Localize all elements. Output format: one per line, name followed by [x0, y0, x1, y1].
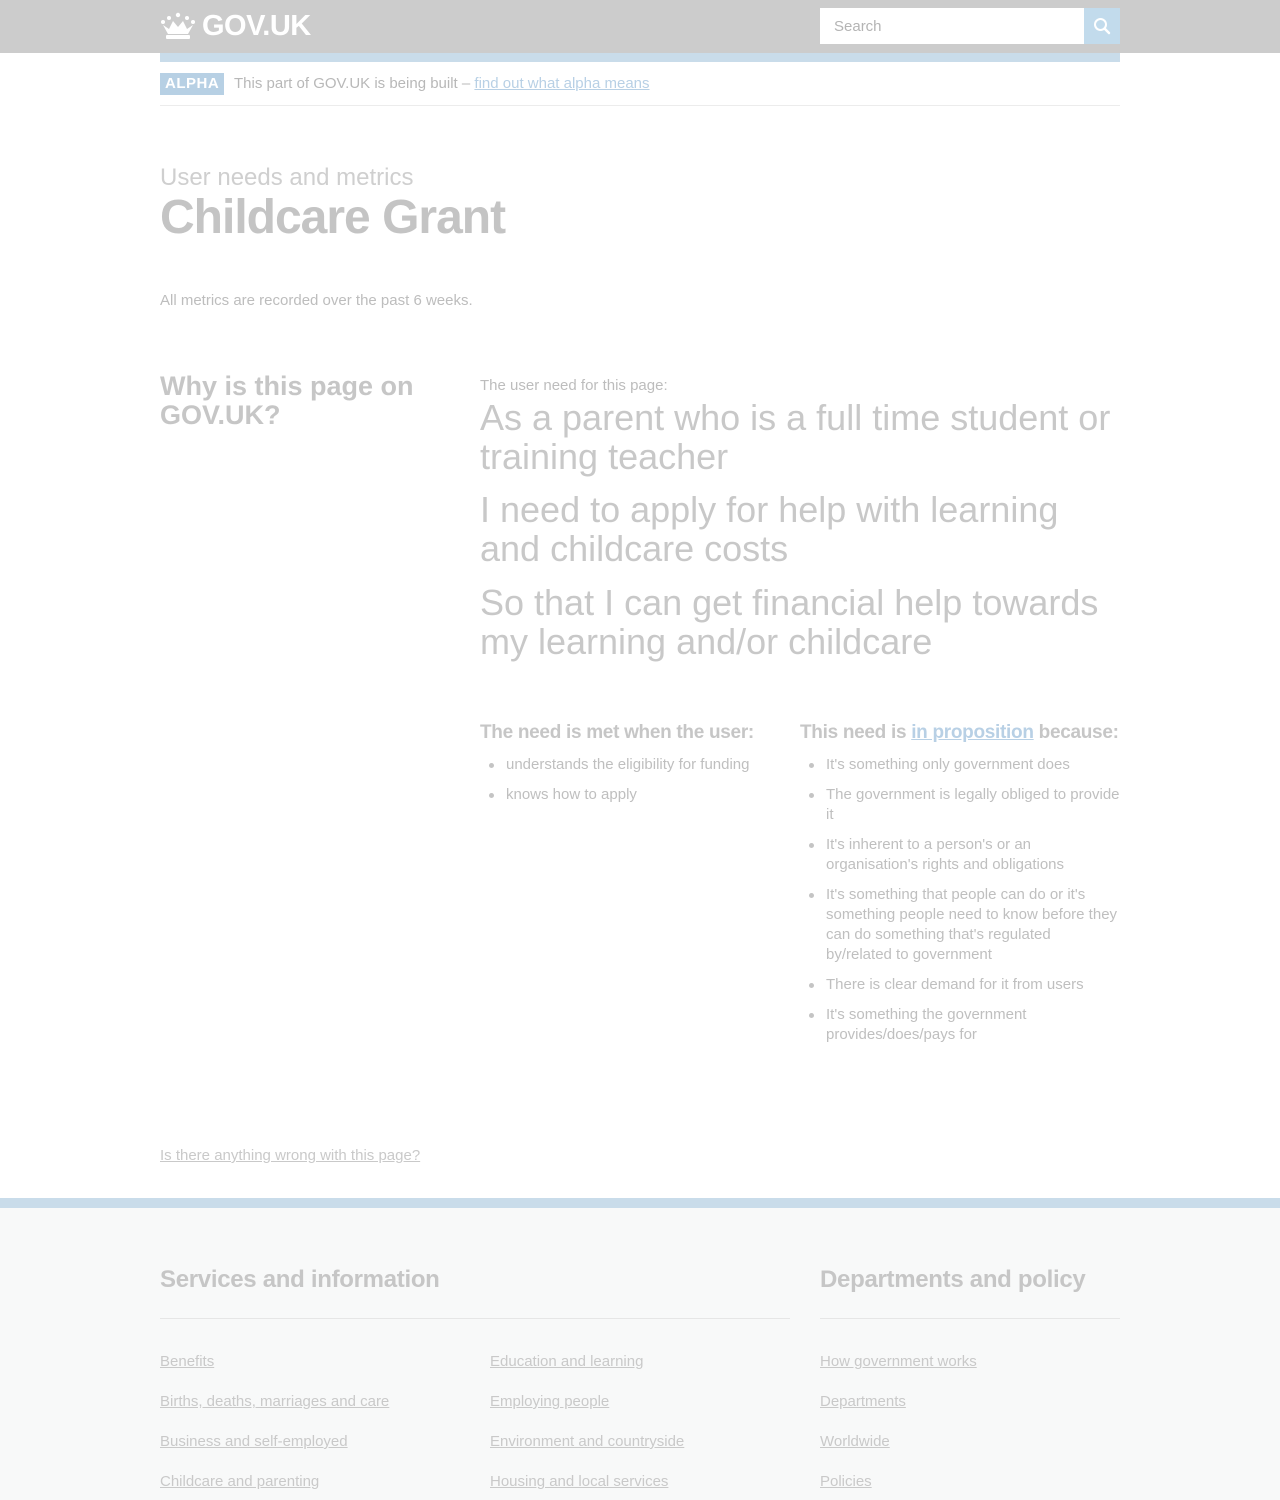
footer-link-environment[interactable]: Environment and countryside	[490, 1433, 684, 1450]
list-item: understands the eligibility for funding	[489, 755, 800, 775]
footer-departments-list: How government works Departments Worldwi…	[820, 1353, 977, 1500]
need-as-a: As a parent who is a full time student o…	[480, 397, 1111, 477]
footer-link-worldwide[interactable]: Worldwide	[820, 1433, 890, 1450]
proposition-heading-prefix: This need is	[800, 722, 907, 743]
footer-departments-heading: Departments and policy	[820, 1266, 1086, 1293]
list-item: There is clear demand for it from users	[809, 975, 1120, 995]
footer-link-childcare[interactable]: Childcare and parenting	[160, 1473, 319, 1490]
list-item: It's inherent to a person's or an organi…	[809, 835, 1120, 875]
crown-icon	[161, 12, 195, 39]
site-header: GOV.UK	[0, 0, 1280, 53]
need-met-list: understands the eligibility for funding …	[480, 755, 800, 805]
list-item: The government is legally obliged to pro…	[809, 786, 1120, 823]
page-title: Childcare Grant	[160, 191, 506, 244]
footer-link-employing[interactable]: Employing people	[490, 1393, 609, 1410]
proposition-heading: This need is in proposition because:	[800, 720, 1120, 746]
footer-services-list-1: Benefits Births, deaths, marriages and c…	[160, 1353, 389, 1500]
phase-tag: ALPHA	[160, 73, 225, 95]
proposition-section: This need is in proposition because: It'…	[800, 720, 1120, 1055]
in-proposition-link[interactable]: in proposition	[911, 722, 1034, 743]
footer-services-heading: Services and information	[160, 1266, 440, 1293]
footer-divider	[160, 1318, 790, 1319]
phase-link[interactable]: find out what alpha means	[474, 75, 649, 92]
footer-link-business[interactable]: Business and self-employed	[160, 1433, 348, 1450]
footer-link-benefits[interactable]: Benefits	[160, 1353, 214, 1370]
footer-link-education[interactable]: Education and learning	[490, 1353, 643, 1370]
list-item: knows how to apply	[489, 785, 800, 805]
phase-banner: ALPHA This part of GOV.UK is being built…	[160, 72, 1120, 106]
need-i-need: I need to apply for help with learning a…	[480, 489, 1059, 569]
footer-services-list-2: Education and learning Employing people …	[490, 1353, 684, 1500]
footer-link-departments[interactable]: Departments	[820, 1393, 906, 1410]
page-caption: User needs and metrics	[160, 164, 414, 191]
footer-link-births-deaths[interactable]: Births, deaths, marriages and care	[160, 1393, 389, 1410]
user-need-label: The user need for this page:	[480, 377, 668, 394]
search-button[interactable]	[1084, 8, 1120, 44]
proposition-heading-suffix: because:	[1038, 722, 1119, 743]
footer-link-policies[interactable]: Policies	[820, 1473, 872, 1490]
list-item: It's something the government provides/d…	[809, 1005, 1120, 1045]
logo-text: GOV.UK	[202, 9, 311, 42]
footer-link-housing[interactable]: Housing and local services	[490, 1473, 668, 1490]
phase-text: This part of GOV.UK is being built – fin…	[234, 75, 650, 92]
search-input[interactable]	[820, 8, 1084, 44]
need-met-section: The need is met when the user: understan…	[480, 720, 800, 815]
footer-divider	[820, 1318, 1120, 1319]
search-icon	[1094, 18, 1111, 35]
footer-link-how-government-works[interactable]: How government works	[820, 1353, 977, 1370]
phase-text-label: This part of GOV.UK is being built –	[234, 75, 471, 92]
proposition-list: It's something only government does The …	[800, 755, 1120, 1045]
report-problem-link[interactable]: Is there anything wrong with this page?	[160, 1147, 420, 1164]
metrics-note: All metrics are recorded over the past 6…	[160, 292, 473, 309]
list-item: It's something that people can do or it'…	[809, 885, 1120, 965]
list-item: It's something only government does	[809, 755, 1120, 775]
need-met-heading: The need is met when the user:	[480, 722, 754, 743]
govuk-logo-link[interactable]: GOV.UK	[160, 10, 311, 42]
header-accent-bar	[160, 53, 1120, 62]
need-so-that: So that I can get financial help towards…	[480, 582, 1099, 662]
why-heading: Why is this page on GOV.UK?	[160, 371, 414, 430]
